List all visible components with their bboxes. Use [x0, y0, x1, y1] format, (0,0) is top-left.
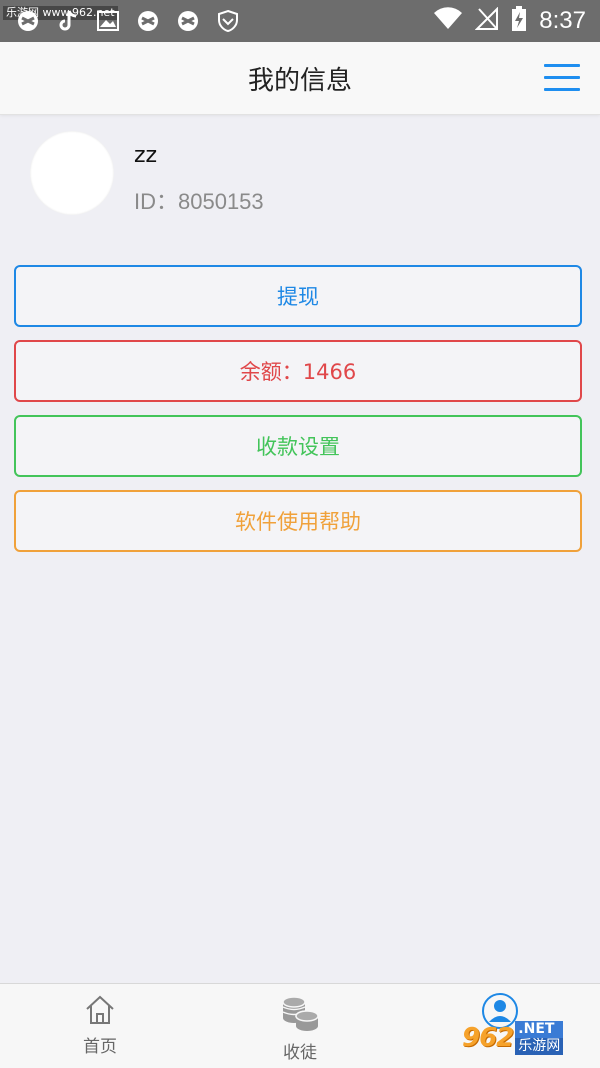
- payment-settings-button[interactable]: 收款设置: [14, 415, 582, 477]
- home-icon: [84, 994, 116, 1030]
- app-header: 我的信息: [0, 42, 600, 115]
- no-signal-icon: [474, 6, 499, 35]
- app-notification-icon: [135, 8, 161, 34]
- nav-label-apprentice: 收徒: [283, 1043, 317, 1063]
- wifi-icon: [433, 7, 463, 35]
- clock: 8:37: [539, 7, 586, 34]
- balance-button[interactable]: 余额：1466: [14, 340, 582, 402]
- nav-label-home: 首页: [83, 1037, 117, 1057]
- app-notification-icon: [15, 8, 41, 34]
- nav-item-home[interactable]: 首页: [0, 984, 200, 1068]
- username: zz: [134, 143, 158, 168]
- help-button[interactable]: 软件使用帮助: [14, 490, 582, 552]
- avatar[interactable]: [30, 131, 114, 215]
- app-notification-icon: [175, 8, 201, 34]
- page-title: 我的信息: [247, 66, 352, 96]
- watermark-net: .NET: [515, 1021, 564, 1038]
- tiktok-icon: [55, 8, 81, 34]
- watermark-site-name: 乐游网: [515, 1038, 564, 1055]
- image-icon: [95, 8, 121, 34]
- battery-charging-icon: [511, 6, 527, 36]
- withdraw-button[interactable]: 提现: [14, 265, 582, 327]
- hamburger-menu-icon[interactable]: [544, 64, 582, 92]
- watermark-logo: 962 .NET 乐游网: [462, 1015, 594, 1061]
- status-bar: 乐游网 www.962.net 8:37: [0, 0, 600, 42]
- notification-icons: [15, 8, 241, 34]
- coins-icon: [280, 994, 320, 1036]
- user-id: ID：8050153: [134, 189, 264, 214]
- system-status-icons: 8:37: [433, 6, 586, 36]
- shield-icon: [215, 8, 241, 34]
- nav-item-apprentice[interactable]: 收徒: [200, 984, 400, 1068]
- watermark-logo-number: 962: [462, 1023, 514, 1053]
